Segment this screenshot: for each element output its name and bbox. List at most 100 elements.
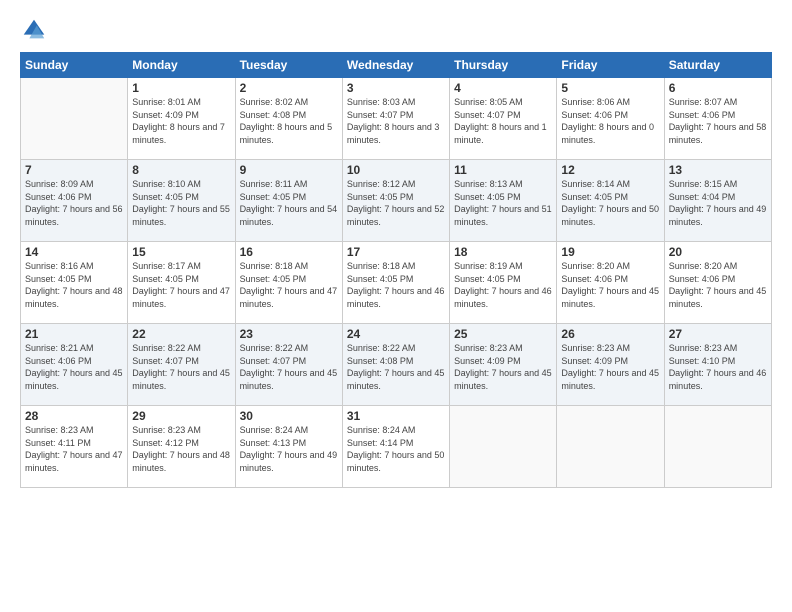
day-info: Sunrise: 8:22 AMSunset: 4:07 PMDaylight:… [240,342,338,392]
day-number: 10 [347,163,445,177]
day-number: 3 [347,81,445,95]
calendar-cell: 26Sunrise: 8:23 AMSunset: 4:09 PMDayligh… [557,324,664,406]
day-info: Sunrise: 8:03 AMSunset: 4:07 PMDaylight:… [347,96,445,146]
day-number: 27 [669,327,767,341]
calendar-cell: 10Sunrise: 8:12 AMSunset: 4:05 PMDayligh… [342,160,449,242]
calendar-week-row: 14Sunrise: 8:16 AMSunset: 4:05 PMDayligh… [21,242,772,324]
calendar-cell: 15Sunrise: 8:17 AMSunset: 4:05 PMDayligh… [128,242,235,324]
day-number: 7 [25,163,123,177]
weekday-header: Saturday [664,53,771,78]
day-number: 24 [347,327,445,341]
day-number: 31 [347,409,445,423]
calendar-cell: 27Sunrise: 8:23 AMSunset: 4:10 PMDayligh… [664,324,771,406]
day-info: Sunrise: 8:12 AMSunset: 4:05 PMDaylight:… [347,178,445,228]
calendar-cell: 21Sunrise: 8:21 AMSunset: 4:06 PMDayligh… [21,324,128,406]
day-info: Sunrise: 8:19 AMSunset: 4:05 PMDaylight:… [454,260,552,310]
day-number: 13 [669,163,767,177]
day-number: 30 [240,409,338,423]
calendar-cell: 3Sunrise: 8:03 AMSunset: 4:07 PMDaylight… [342,78,449,160]
day-info: Sunrise: 8:20 AMSunset: 4:06 PMDaylight:… [561,260,659,310]
calendar-cell: 4Sunrise: 8:05 AMSunset: 4:07 PMDaylight… [450,78,557,160]
day-info: Sunrise: 8:10 AMSunset: 4:05 PMDaylight:… [132,178,230,228]
calendar-table: SundayMondayTuesdayWednesdayThursdayFrid… [20,52,772,488]
calendar-cell: 17Sunrise: 8:18 AMSunset: 4:05 PMDayligh… [342,242,449,324]
day-number: 17 [347,245,445,259]
day-info: Sunrise: 8:21 AMSunset: 4:06 PMDaylight:… [25,342,123,392]
calendar-week-row: 7Sunrise: 8:09 AMSunset: 4:06 PMDaylight… [21,160,772,242]
calendar-cell: 20Sunrise: 8:20 AMSunset: 4:06 PMDayligh… [664,242,771,324]
weekday-header: Monday [128,53,235,78]
day-number: 19 [561,245,659,259]
calendar-cell: 14Sunrise: 8:16 AMSunset: 4:05 PMDayligh… [21,242,128,324]
day-info: Sunrise: 8:09 AMSunset: 4:06 PMDaylight:… [25,178,123,228]
day-number: 15 [132,245,230,259]
day-info: Sunrise: 8:15 AMSunset: 4:04 PMDaylight:… [669,178,767,228]
calendar-cell [450,406,557,488]
weekday-header: Thursday [450,53,557,78]
logo [20,16,52,44]
weekday-header: Wednesday [342,53,449,78]
calendar-cell: 8Sunrise: 8:10 AMSunset: 4:05 PMDaylight… [128,160,235,242]
day-number: 29 [132,409,230,423]
calendar-cell: 9Sunrise: 8:11 AMSunset: 4:05 PMDaylight… [235,160,342,242]
calendar-cell: 11Sunrise: 8:13 AMSunset: 4:05 PMDayligh… [450,160,557,242]
day-number: 18 [454,245,552,259]
calendar-week-row: 1Sunrise: 8:01 AMSunset: 4:09 PMDaylight… [21,78,772,160]
day-number: 6 [669,81,767,95]
day-number: 14 [25,245,123,259]
header [20,16,772,44]
day-number: 11 [454,163,552,177]
day-info: Sunrise: 8:07 AMSunset: 4:06 PMDaylight:… [669,96,767,146]
calendar-cell: 22Sunrise: 8:22 AMSunset: 4:07 PMDayligh… [128,324,235,406]
calendar-cell [557,406,664,488]
calendar-cell: 24Sunrise: 8:22 AMSunset: 4:08 PMDayligh… [342,324,449,406]
day-number: 5 [561,81,659,95]
day-number: 2 [240,81,338,95]
calendar-cell: 23Sunrise: 8:22 AMSunset: 4:07 PMDayligh… [235,324,342,406]
calendar-cell: 16Sunrise: 8:18 AMSunset: 4:05 PMDayligh… [235,242,342,324]
calendar-cell: 28Sunrise: 8:23 AMSunset: 4:11 PMDayligh… [21,406,128,488]
calendar-cell: 19Sunrise: 8:20 AMSunset: 4:06 PMDayligh… [557,242,664,324]
weekday-header: Friday [557,53,664,78]
day-info: Sunrise: 8:13 AMSunset: 4:05 PMDaylight:… [454,178,552,228]
day-number: 8 [132,163,230,177]
logo-icon [20,16,48,44]
day-info: Sunrise: 8:23 AMSunset: 4:10 PMDaylight:… [669,342,767,392]
day-info: Sunrise: 8:23 AMSunset: 4:12 PMDaylight:… [132,424,230,474]
calendar-cell [21,78,128,160]
calendar-cell [664,406,771,488]
calendar-cell: 13Sunrise: 8:15 AMSunset: 4:04 PMDayligh… [664,160,771,242]
weekday-header: Tuesday [235,53,342,78]
calendar-cell: 25Sunrise: 8:23 AMSunset: 4:09 PMDayligh… [450,324,557,406]
calendar-cell: 5Sunrise: 8:06 AMSunset: 4:06 PMDaylight… [557,78,664,160]
day-info: Sunrise: 8:23 AMSunset: 4:09 PMDaylight:… [454,342,552,392]
weekday-header-row: SundayMondayTuesdayWednesdayThursdayFrid… [21,53,772,78]
day-info: Sunrise: 8:16 AMSunset: 4:05 PMDaylight:… [25,260,123,310]
calendar-week-row: 28Sunrise: 8:23 AMSunset: 4:11 PMDayligh… [21,406,772,488]
calendar-cell: 2Sunrise: 8:02 AMSunset: 4:08 PMDaylight… [235,78,342,160]
calendar-cell: 18Sunrise: 8:19 AMSunset: 4:05 PMDayligh… [450,242,557,324]
calendar-cell: 31Sunrise: 8:24 AMSunset: 4:14 PMDayligh… [342,406,449,488]
day-info: Sunrise: 8:01 AMSunset: 4:09 PMDaylight:… [132,96,230,146]
calendar-cell: 1Sunrise: 8:01 AMSunset: 4:09 PMDaylight… [128,78,235,160]
day-number: 23 [240,327,338,341]
calendar-cell: 12Sunrise: 8:14 AMSunset: 4:05 PMDayligh… [557,160,664,242]
day-number: 16 [240,245,338,259]
calendar-cell: 29Sunrise: 8:23 AMSunset: 4:12 PMDayligh… [128,406,235,488]
day-info: Sunrise: 8:22 AMSunset: 4:08 PMDaylight:… [347,342,445,392]
day-info: Sunrise: 8:18 AMSunset: 4:05 PMDaylight:… [240,260,338,310]
day-number: 20 [669,245,767,259]
day-info: Sunrise: 8:02 AMSunset: 4:08 PMDaylight:… [240,96,338,146]
day-info: Sunrise: 8:24 AMSunset: 4:14 PMDaylight:… [347,424,445,474]
day-info: Sunrise: 8:23 AMSunset: 4:09 PMDaylight:… [561,342,659,392]
day-info: Sunrise: 8:24 AMSunset: 4:13 PMDaylight:… [240,424,338,474]
weekday-header: Sunday [21,53,128,78]
calendar-cell: 6Sunrise: 8:07 AMSunset: 4:06 PMDaylight… [664,78,771,160]
day-info: Sunrise: 8:23 AMSunset: 4:11 PMDaylight:… [25,424,123,474]
day-number: 28 [25,409,123,423]
day-number: 12 [561,163,659,177]
calendar-week-row: 21Sunrise: 8:21 AMSunset: 4:06 PMDayligh… [21,324,772,406]
day-number: 21 [25,327,123,341]
day-info: Sunrise: 8:18 AMSunset: 4:05 PMDaylight:… [347,260,445,310]
day-info: Sunrise: 8:22 AMSunset: 4:07 PMDaylight:… [132,342,230,392]
